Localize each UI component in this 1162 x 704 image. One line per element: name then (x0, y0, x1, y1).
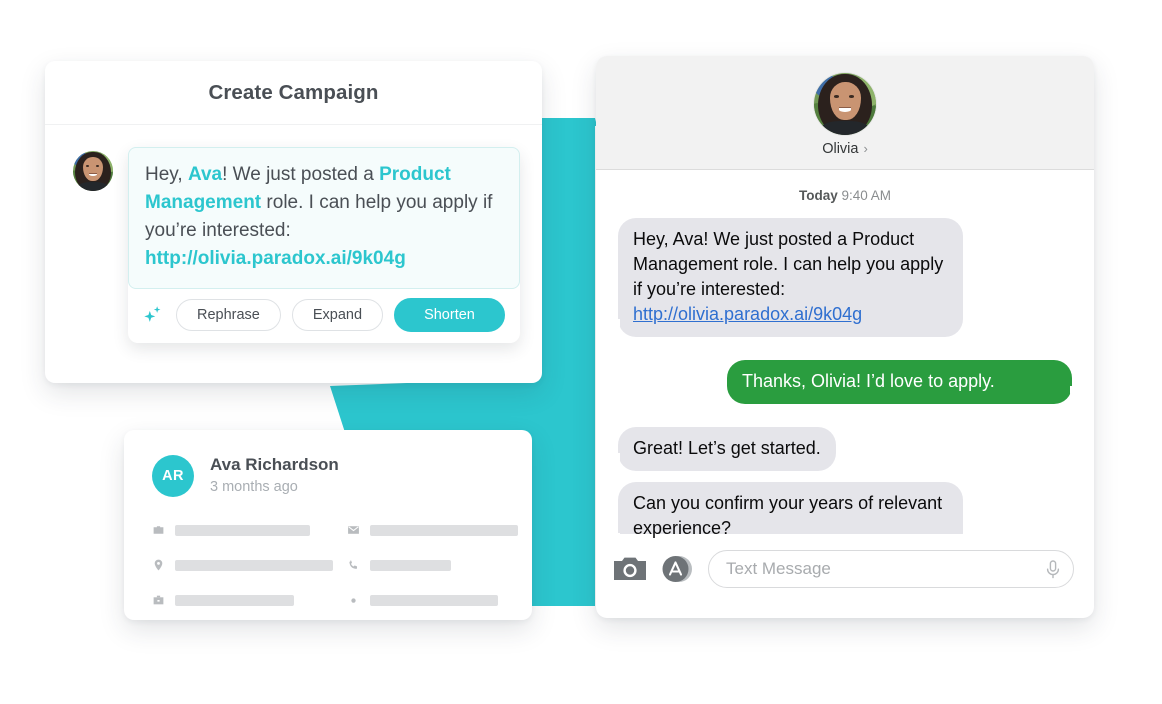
message-thread: Today 9:40 AM Hey, Ava! We just posted a… (596, 170, 1094, 604)
profile-field-job (152, 523, 333, 537)
ai-sparkle-icon (144, 306, 161, 322)
candidate-profile-card: AR Ava Richardson 3 months ago (124, 430, 532, 620)
profile-field-phone (347, 558, 518, 572)
shorten-button[interactable]: Shorten (394, 298, 505, 332)
message-bubble-outgoing: Thanks, Olivia! I’d love to apply. (727, 360, 1081, 404)
message-candidate-name: Ava (187, 164, 223, 185)
profile-field-experience (152, 593, 333, 607)
campaign-card-header: Create Campaign (45, 61, 542, 125)
profile-field-email (347, 523, 518, 537)
redacted-value (175, 524, 310, 536)
redacted-value (370, 559, 451, 571)
page-title: Create Campaign (208, 80, 379, 104)
compose-row: Hey, Ava! We just posted a Product Manag… (45, 125, 542, 343)
redacted-value (175, 559, 333, 571)
message-link[interactable]: http://olivia.paradox.ai/9k04g (633, 304, 862, 324)
profile-field-other (347, 593, 518, 607)
envelope-icon (348, 526, 359, 534)
profile-field-grid (152, 523, 518, 607)
timestamp-day: Today (798, 188, 838, 203)
chevron-right-icon: › (863, 141, 868, 156)
candidate-timestamp: 3 months ago (210, 479, 298, 495)
expand-button[interactable]: Expand (291, 299, 384, 331)
contact-name-button[interactable]: Olivia › (822, 141, 868, 157)
profile-field-location (152, 558, 333, 572)
message-text: Thanks, Olivia! I’d love to apply. (742, 371, 995, 391)
imessage-conversation-card: Olivia › Today 9:40 AM Hey, Ava! We just… (596, 56, 1094, 618)
dot-icon (351, 598, 356, 603)
camera-icon[interactable] (614, 556, 646, 582)
redacted-value (370, 524, 518, 536)
profile-identity: Ava Richardson 3 months ago (210, 454, 339, 497)
campaign-message-editor[interactable]: Hey, Ava! We just posted a Product Manag… (128, 147, 520, 289)
compose-action-row: Rephrase Expand Shorten (128, 289, 520, 337)
thread-timestamp: Today 9:40 AM (618, 188, 1072, 203)
message-input-bar (596, 534, 1094, 604)
message-text-part1: Hey, (145, 164, 188, 185)
message-bubble-incoming: Hey, Ava! We just posted a Product Manag… (609, 218, 963, 337)
create-campaign-card: Create Campaign Hey, Ava! We just posted… (45, 61, 542, 383)
phone-icon (349, 560, 358, 569)
location-pin-icon (154, 559, 163, 571)
compose-panel: Hey, Ava! We just posted a Product Manag… (128, 147, 520, 343)
olivia-avatar (73, 151, 113, 191)
page-root: Create Campaign Hey, Ava! We just posted… (0, 0, 1162, 704)
profile-header: AR Ava Richardson 3 months ago (152, 454, 502, 497)
contact-name-label: Olivia (822, 140, 859, 157)
timestamp-time: 9:40 AM (841, 188, 892, 203)
rephrase-button[interactable]: Rephrase (176, 299, 281, 331)
microphone-icon[interactable] (1043, 558, 1063, 580)
campaign-message-link[interactable]: http://olivia.paradox.ai/9k04g (145, 248, 406, 269)
conversation-header: Olivia › (596, 56, 1094, 170)
text-message-input[interactable] (726, 559, 1043, 579)
app-store-icon[interactable] (660, 553, 694, 585)
text-message-field[interactable] (708, 550, 1074, 588)
message-text: Can you confirm your years of relevant e… (633, 493, 943, 538)
redacted-value (370, 594, 498, 606)
redacted-value (175, 594, 294, 606)
avatar: AR (152, 454, 194, 497)
candidate-name: Ava Richardson (210, 455, 339, 474)
briefcase-icon (153, 526, 164, 534)
message-text: Hey, Ava! We just posted a Product Manag… (633, 229, 944, 299)
message-bubble-incoming: Great! Let’s get started. (609, 427, 836, 471)
suitcase-icon (153, 595, 164, 605)
message-text: Great! Let’s get started. (633, 438, 821, 458)
message-text-part2: ! We just posted a (222, 164, 380, 185)
olivia-avatar[interactable] (814, 72, 876, 135)
